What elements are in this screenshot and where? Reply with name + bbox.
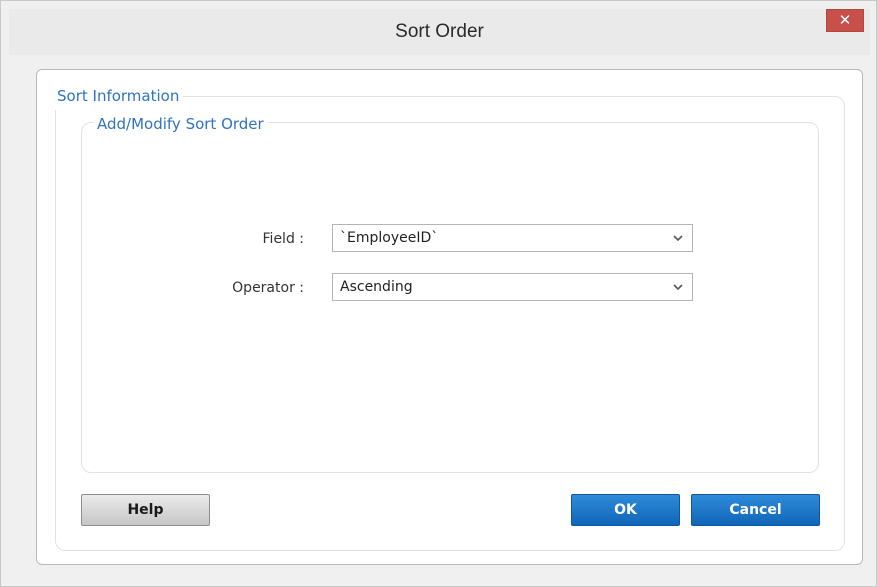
window-title: Sort Order [395, 21, 484, 42]
field-select[interactable]: `EmployeeID` [332, 224, 693, 252]
title-bar[interactable]: Sort Order ✕ [9, 9, 870, 55]
operator-label: Operator : [232, 280, 304, 296]
ok-button[interactable]: OK [571, 494, 680, 526]
add-modify-sort-order-legend: Add/Modify Sort Order [94, 110, 268, 138]
operator-select[interactable]: Ascending [332, 273, 693, 301]
operator-select-value: Ascending [340, 279, 413, 295]
field-label: Field : [262, 231, 304, 247]
cancel-button[interactable]: Cancel [691, 494, 820, 526]
sort-order-dialog: Sort Order ✕ Sort Information Add/Modify… [0, 0, 877, 587]
field-select-value: `EmployeeID` [340, 230, 439, 246]
close-button[interactable]: ✕ [826, 9, 864, 32]
chevron-down-icon [673, 235, 683, 242]
dialog-body: Sort Information Add/Modify Sort Order F… [36, 69, 863, 565]
help-button[interactable]: Help [81, 494, 210, 526]
sort-information-legend: Sort Information [54, 82, 184, 110]
close-icon: ✕ [838, 11, 852, 29]
chevron-down-icon [673, 284, 683, 291]
